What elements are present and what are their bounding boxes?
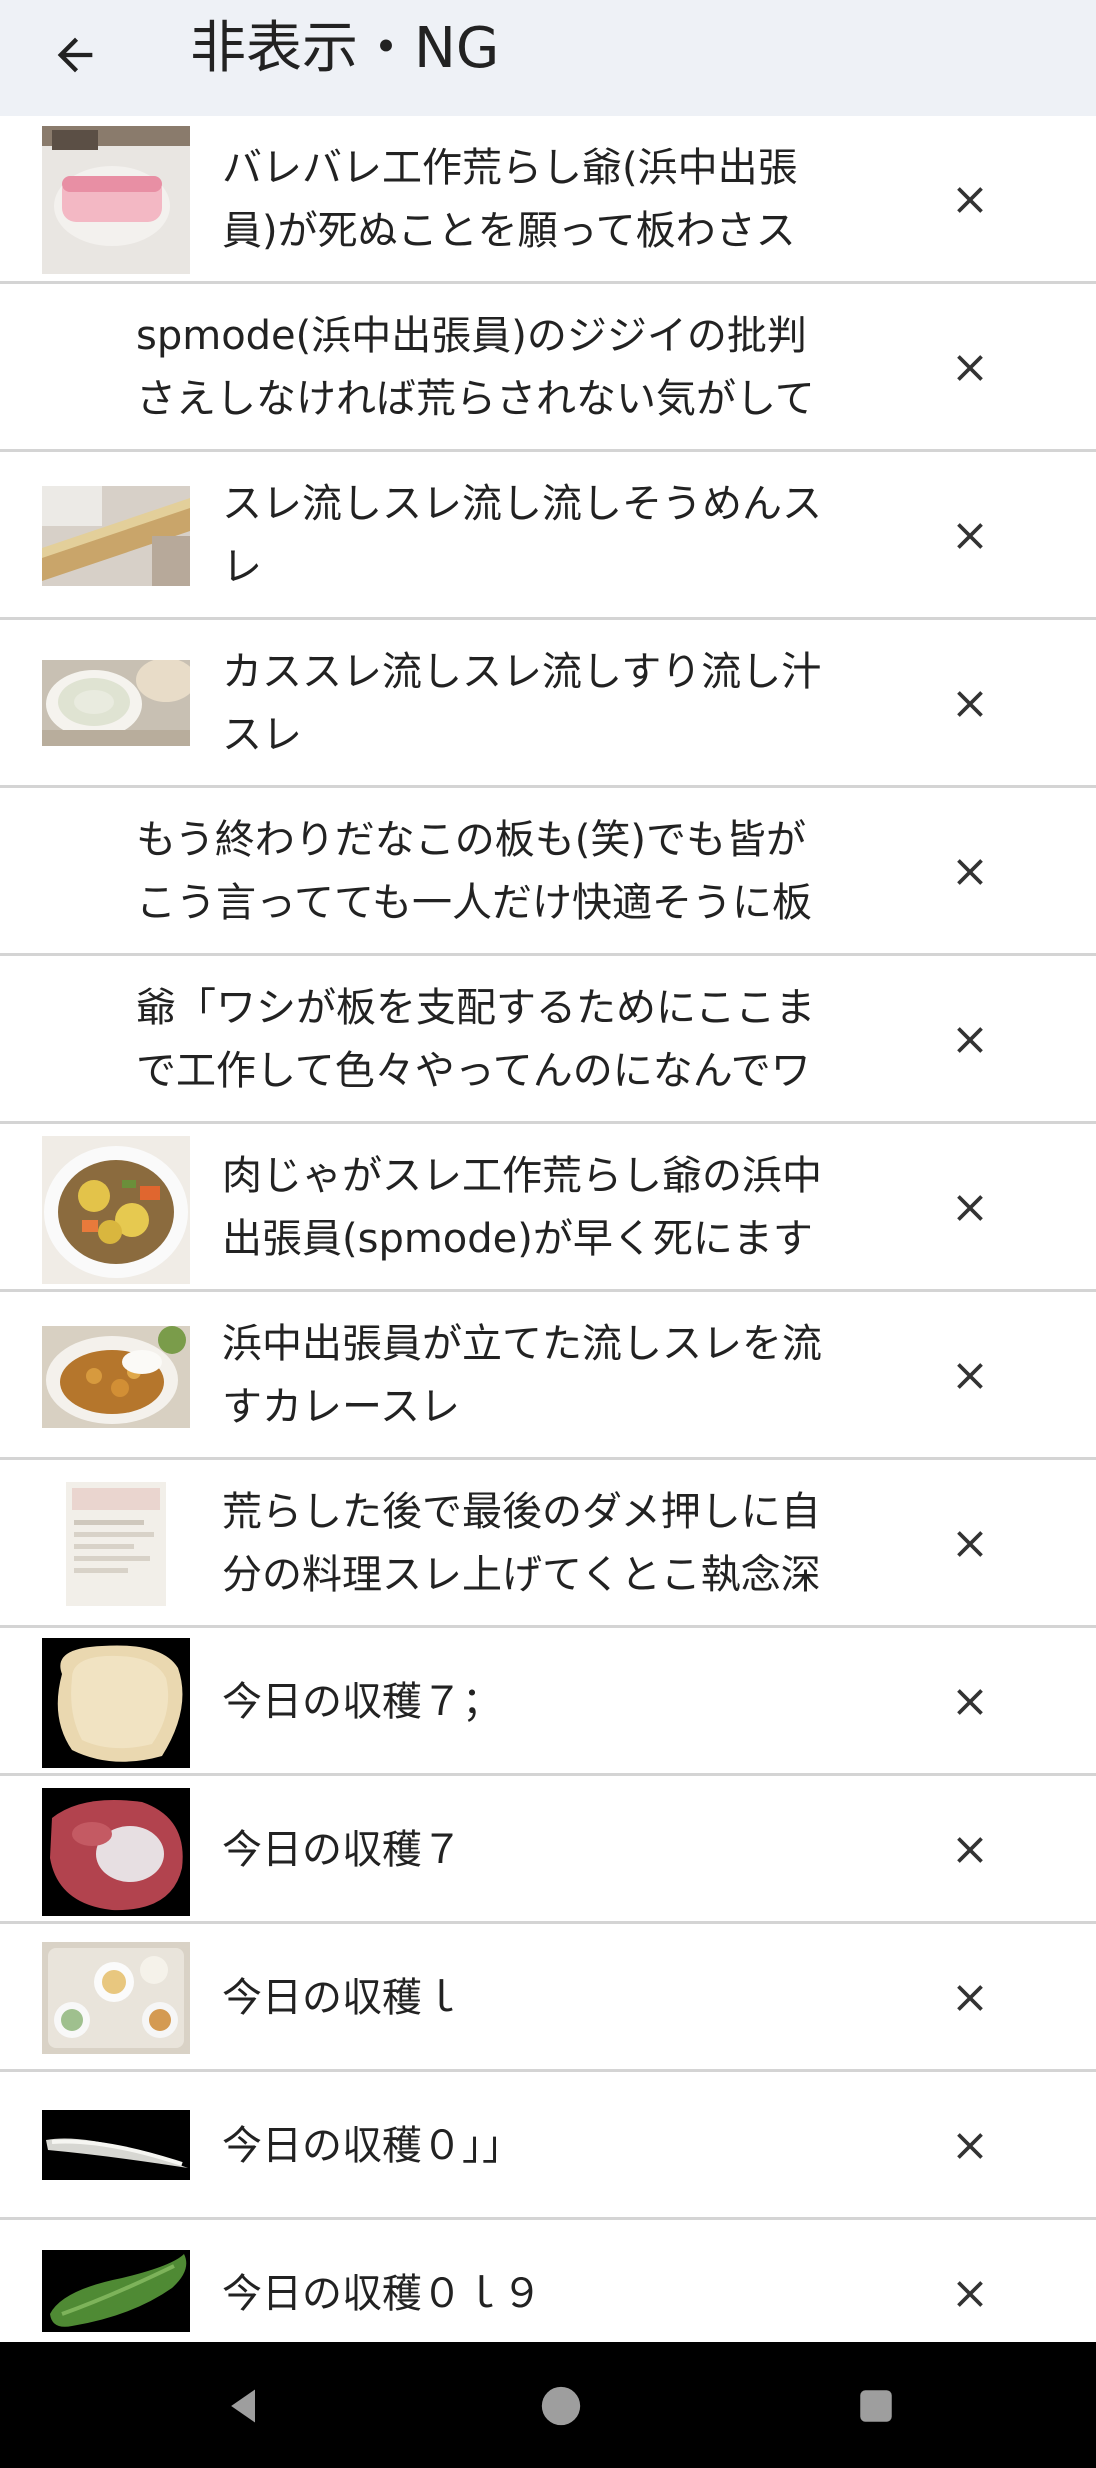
list-item-title: 浜中出張員が立てた流しスレを流 すカレースレ: [222, 1321, 822, 1430]
close-icon: [957, 1985, 983, 2011]
close-icon: [957, 859, 983, 885]
close-icon: [957, 2133, 983, 2159]
remove-button[interactable]: [930, 1504, 1010, 1584]
list-item-title: 肉じゃがスレ工作荒らし爺の浜中 出張員(spmode)が早く死にます: [222, 1153, 822, 1262]
close-icon: [957, 1363, 983, 1389]
list-item[interactable]: 爺「ワシが板を支配するためにここま で工作して色々やってんのになんでワ: [0, 956, 1096, 1124]
nav-home-button[interactable]: [525, 2370, 597, 2442]
close-icon: [957, 1837, 983, 1863]
close-icon: [957, 691, 983, 717]
remove-button[interactable]: [930, 2254, 1010, 2334]
thumbnail-image: [42, 660, 190, 746]
list-item[interactable]: 今日の収穫７；: [0, 1628, 1096, 1776]
system-nav-bar: [0, 2342, 1096, 2468]
app-bar: 非表示・NG: [0, 0, 1096, 116]
close-icon: [957, 187, 983, 213]
list-item[interactable]: 肉じゃがスレ工作荒らし爺の浜中 出張員(spmode)が早く死にます: [0, 1124, 1096, 1292]
close-icon: [957, 1195, 983, 1221]
remove-button[interactable]: [930, 1168, 1010, 1248]
list-item-title: バレバレ工作荒らし爺(浜中出張 員)が死ぬことを願って板わさス: [222, 145, 798, 254]
list-item-title: 今日の収穫７: [222, 1827, 462, 1873]
list-item[interactable]: 浜中出張員が立てた流しスレを流 すカレースレ: [0, 1292, 1096, 1460]
list-item[interactable]: spmode(浜中出張員)のジジイの批判 さえしなければ荒らされない気がして: [0, 284, 1096, 452]
remove-button[interactable]: [930, 1336, 1010, 1416]
list-item-title: 今日の収穫０ｌ９: [222, 2271, 542, 2317]
triangle-back-icon: [231, 2389, 255, 2423]
page-title: 非表示・NG: [190, 16, 500, 81]
remove-button[interactable]: [930, 2106, 1010, 2186]
list-item[interactable]: 荒らした後で最後のダメ押しに自 分の料理スレ上げてくとこ執念深: [0, 1460, 1096, 1628]
close-icon: [957, 2281, 983, 2307]
list-item[interactable]: カススレ流しスレ流しすり流し汁 スレ: [0, 620, 1096, 788]
thumbnail-image: [42, 2110, 190, 2180]
remove-button[interactable]: [930, 1958, 1010, 2038]
list-item-title: もう終わりだなこの板も(笑)でも皆が こう言ってても一人だけ快適そうに板: [136, 817, 812, 926]
back-button[interactable]: [30, 10, 120, 100]
list-item-title: カススレ流しスレ流しすり流し汁 スレ: [222, 649, 822, 758]
list-item[interactable]: 今日の収穫０」」: [0, 2072, 1096, 2220]
list-item-title: 今日の収穫ｌ: [222, 1975, 462, 2021]
close-icon: [957, 523, 983, 549]
close-icon: [957, 1531, 983, 1557]
square-recents-icon: [860, 2390, 892, 2422]
thumbnail-image: [42, 1788, 190, 1916]
close-icon: [957, 1689, 983, 1715]
thumbnail-image: [42, 126, 190, 274]
nav-back-button[interactable]: [208, 2370, 280, 2442]
thumbnail-image: [42, 1942, 190, 2054]
thumbnail-image: [42, 1472, 190, 1616]
list-item[interactable]: 今日の収穫７: [0, 1776, 1096, 1924]
list-item[interactable]: スレ流しスレ流し流しそうめんス レ: [0, 452, 1096, 620]
remove-button[interactable]: [930, 1000, 1010, 1080]
remove-button[interactable]: [930, 160, 1010, 240]
remove-button[interactable]: [930, 1662, 1010, 1742]
list-item[interactable]: もう終わりだなこの板も(笑)でも皆が こう言ってても一人だけ快適そうに板: [0, 788, 1096, 956]
close-icon: [957, 355, 983, 381]
list-item[interactable]: 今日の収穫ｌ: [0, 1924, 1096, 2072]
ng-list: バレバレ工作荒らし爺(浜中出張 員)が死ぬことを願って板わさス spmode(浜中…: [0, 116, 1096, 2368]
thumbnail-image: [42, 1638, 190, 1768]
thumbnail-image: [42, 486, 190, 586]
remove-button[interactable]: [930, 328, 1010, 408]
list-item-title: スレ流しスレ流し流しそうめんス レ: [222, 481, 822, 590]
remove-button[interactable]: [930, 664, 1010, 744]
remove-button[interactable]: [930, 496, 1010, 576]
thumbnail-image: [42, 2250, 190, 2332]
list-item[interactable]: バレバレ工作荒らし爺(浜中出張 員)が死ぬことを願って板わさス: [0, 116, 1096, 284]
remove-button[interactable]: [930, 1810, 1010, 1890]
circle-home-icon: [541, 2386, 581, 2426]
list-item-title: 荒らした後で最後のダメ押しに自 分の料理スレ上げてくとこ執念深: [222, 1489, 821, 1598]
thumbnail-image: [42, 1136, 190, 1284]
list-item-title: 爺「ワシが板を支配するためにここま で工作して色々やってんのになんでワ: [136, 985, 816, 1094]
list-item-title: spmode(浜中出張員)のジジイの批判 さえしなければ荒らされない気がして: [136, 313, 815, 422]
remove-button[interactable]: [930, 832, 1010, 912]
list-item-title: 今日の収穫７；: [222, 1679, 502, 1725]
arrow-left-icon: [57, 37, 93, 73]
thumbnail-image: [42, 1326, 190, 1428]
list-item-title: 今日の収穫０」」: [222, 2123, 522, 2169]
close-icon: [957, 1027, 983, 1053]
nav-recents-button[interactable]: [840, 2370, 912, 2442]
